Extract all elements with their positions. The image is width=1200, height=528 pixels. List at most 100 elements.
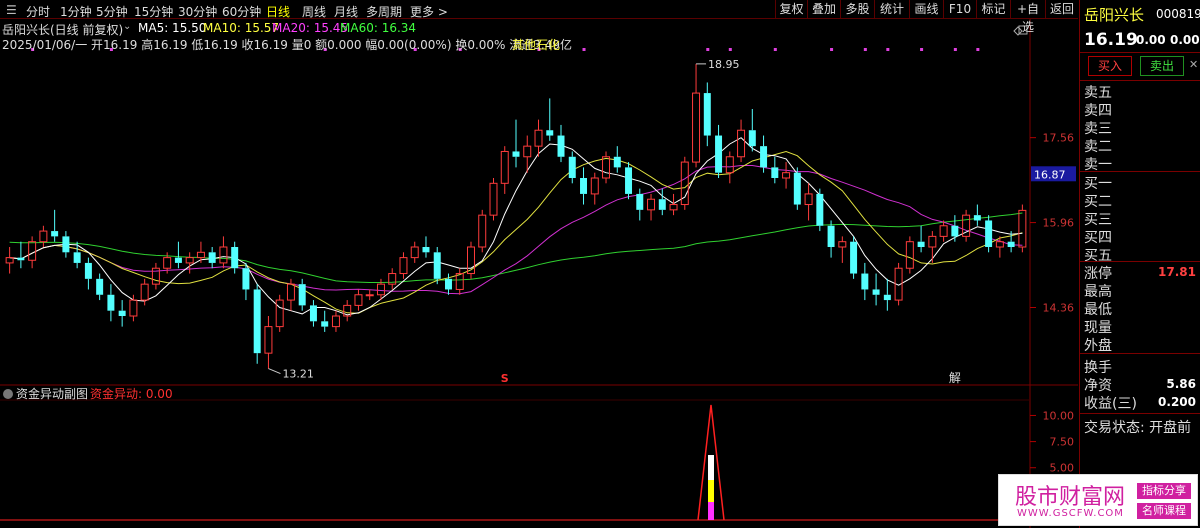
period-tab-2[interactable]: 5分钟 <box>96 3 128 20</box>
toolbar-button-3[interactable]: 统计 <box>874 0 909 19</box>
candle[interactable] <box>590 172 599 205</box>
period-tab-0[interactable]: 分时 <box>26 3 50 20</box>
candle[interactable] <box>636 188 644 221</box>
candle[interactable] <box>512 119 520 168</box>
candle[interactable] <box>939 220 948 242</box>
candle[interactable] <box>861 262 869 301</box>
signal-s-marker[interactable]: S <box>501 372 509 385</box>
candle[interactable] <box>692 63 701 168</box>
candle[interactable] <box>680 156 689 210</box>
candle[interactable] <box>17 241 25 269</box>
candle[interactable] <box>343 300 352 322</box>
candle[interactable] <box>500 146 509 194</box>
candle[interactable] <box>850 236 858 279</box>
candle[interactable] <box>804 183 813 221</box>
sell-button[interactable]: 卖出 <box>1140 56 1184 76</box>
candle[interactable] <box>658 188 666 216</box>
candle[interactable] <box>917 225 925 253</box>
candle[interactable] <box>962 209 971 242</box>
candle[interactable] <box>5 247 14 274</box>
candle[interactable] <box>838 236 847 263</box>
candle[interactable] <box>771 156 779 184</box>
candle[interactable] <box>546 98 554 141</box>
candle[interactable] <box>489 178 498 221</box>
period-tab-6[interactable]: 日线 <box>266 3 290 20</box>
signal-jie-marker[interactable]: 解 <box>949 371 961 385</box>
candle[interactable] <box>625 162 633 200</box>
buy-button[interactable]: 买入 <box>1088 56 1132 76</box>
candle[interactable] <box>84 257 92 290</box>
candle[interactable] <box>951 215 959 242</box>
period-tab-3[interactable]: 15分钟 <box>134 3 173 20</box>
candle[interactable] <box>354 289 363 311</box>
sector-label[interactable]: 其他石化 <box>512 36 560 53</box>
candle[interactable] <box>264 316 273 369</box>
candle[interactable] <box>613 146 621 173</box>
candle[interactable] <box>580 167 588 205</box>
candle[interactable] <box>647 193 656 221</box>
candle[interactable] <box>107 284 115 322</box>
candle[interactable] <box>253 284 261 364</box>
candle[interactable] <box>568 151 576 184</box>
candle[interactable] <box>703 82 711 147</box>
candle[interactable] <box>872 273 880 306</box>
toolbar-button-2[interactable]: 多股 <box>840 0 874 19</box>
candle[interactable] <box>39 225 48 247</box>
period-tab-8[interactable]: 月线 <box>334 3 358 20</box>
candle[interactable] <box>433 247 441 285</box>
candle[interactable] <box>309 300 317 327</box>
candle[interactable] <box>96 273 104 301</box>
candle[interactable] <box>399 252 408 279</box>
indicator-toggle-icon[interactable] <box>3 389 13 399</box>
candle[interactable] <box>478 209 487 253</box>
candle[interactable] <box>557 124 565 163</box>
candle[interactable] <box>365 289 374 301</box>
candle[interactable] <box>748 109 756 152</box>
candle[interactable] <box>51 209 59 242</box>
candle[interactable] <box>973 204 981 226</box>
period-tab-5[interactable]: 60分钟 <box>222 3 261 20</box>
period-tab-9[interactable]: 多周期 <box>366 3 402 20</box>
candle[interactable] <box>905 236 914 274</box>
chevron-down-icon[interactable]: ⌄ <box>123 21 131 32</box>
candle[interactable] <box>422 236 430 258</box>
candle[interactable] <box>242 262 250 301</box>
candle[interactable] <box>928 231 937 263</box>
toolbar-button-5[interactable]: F10 <box>943 0 976 19</box>
toolbar-button-8[interactable]: 返回 <box>1045 0 1078 19</box>
candle[interactable] <box>388 268 397 290</box>
candle[interactable] <box>669 193 678 216</box>
candle[interactable] <box>715 124 723 178</box>
candle[interactable] <box>231 241 239 274</box>
toolbar-button-6[interactable]: 标记 <box>976 0 1010 19</box>
toolbar-button-1[interactable]: 叠加 <box>807 0 840 19</box>
candle[interactable] <box>760 135 768 173</box>
candle[interactable] <box>816 188 824 232</box>
candle[interactable] <box>985 215 993 253</box>
candle[interactable] <box>455 268 464 295</box>
period-tab-10[interactable]: 更多 > <box>410 3 448 20</box>
chart-area[interactable]: 17.56 15.96 14.36 16.87 18.95 13.21 S 解资金异动副图 资金… <box>0 0 1078 528</box>
candle[interactable] <box>73 241 81 269</box>
candle[interactable] <box>185 252 194 274</box>
candle[interactable] <box>275 294 284 332</box>
candle[interactable] <box>331 310 340 332</box>
toolbar-button-4[interactable]: 画线 <box>909 0 943 19</box>
candle[interactable] <box>602 151 611 184</box>
candle[interactable] <box>118 300 126 327</box>
candle[interactable] <box>883 278 891 311</box>
toolbar-button-0[interactable]: 复权 <box>775 0 807 19</box>
candle[interactable] <box>782 162 791 189</box>
candle[interactable] <box>62 231 70 258</box>
candle[interactable] <box>298 278 306 311</box>
candle[interactable] <box>410 241 419 263</box>
candle[interactable] <box>174 241 182 269</box>
menu-icon[interactable]: ☰ <box>6 3 17 17</box>
candle[interactable] <box>827 220 835 258</box>
candle[interactable] <box>208 247 216 269</box>
period-tab-1[interactable]: 1分钟 <box>60 3 92 20</box>
candle[interactable] <box>793 167 801 210</box>
close-panel-icon[interactable]: ✕ <box>1189 58 1198 71</box>
period-tab-4[interactable]: 30分钟 <box>178 3 217 20</box>
candle[interactable] <box>321 310 329 332</box>
